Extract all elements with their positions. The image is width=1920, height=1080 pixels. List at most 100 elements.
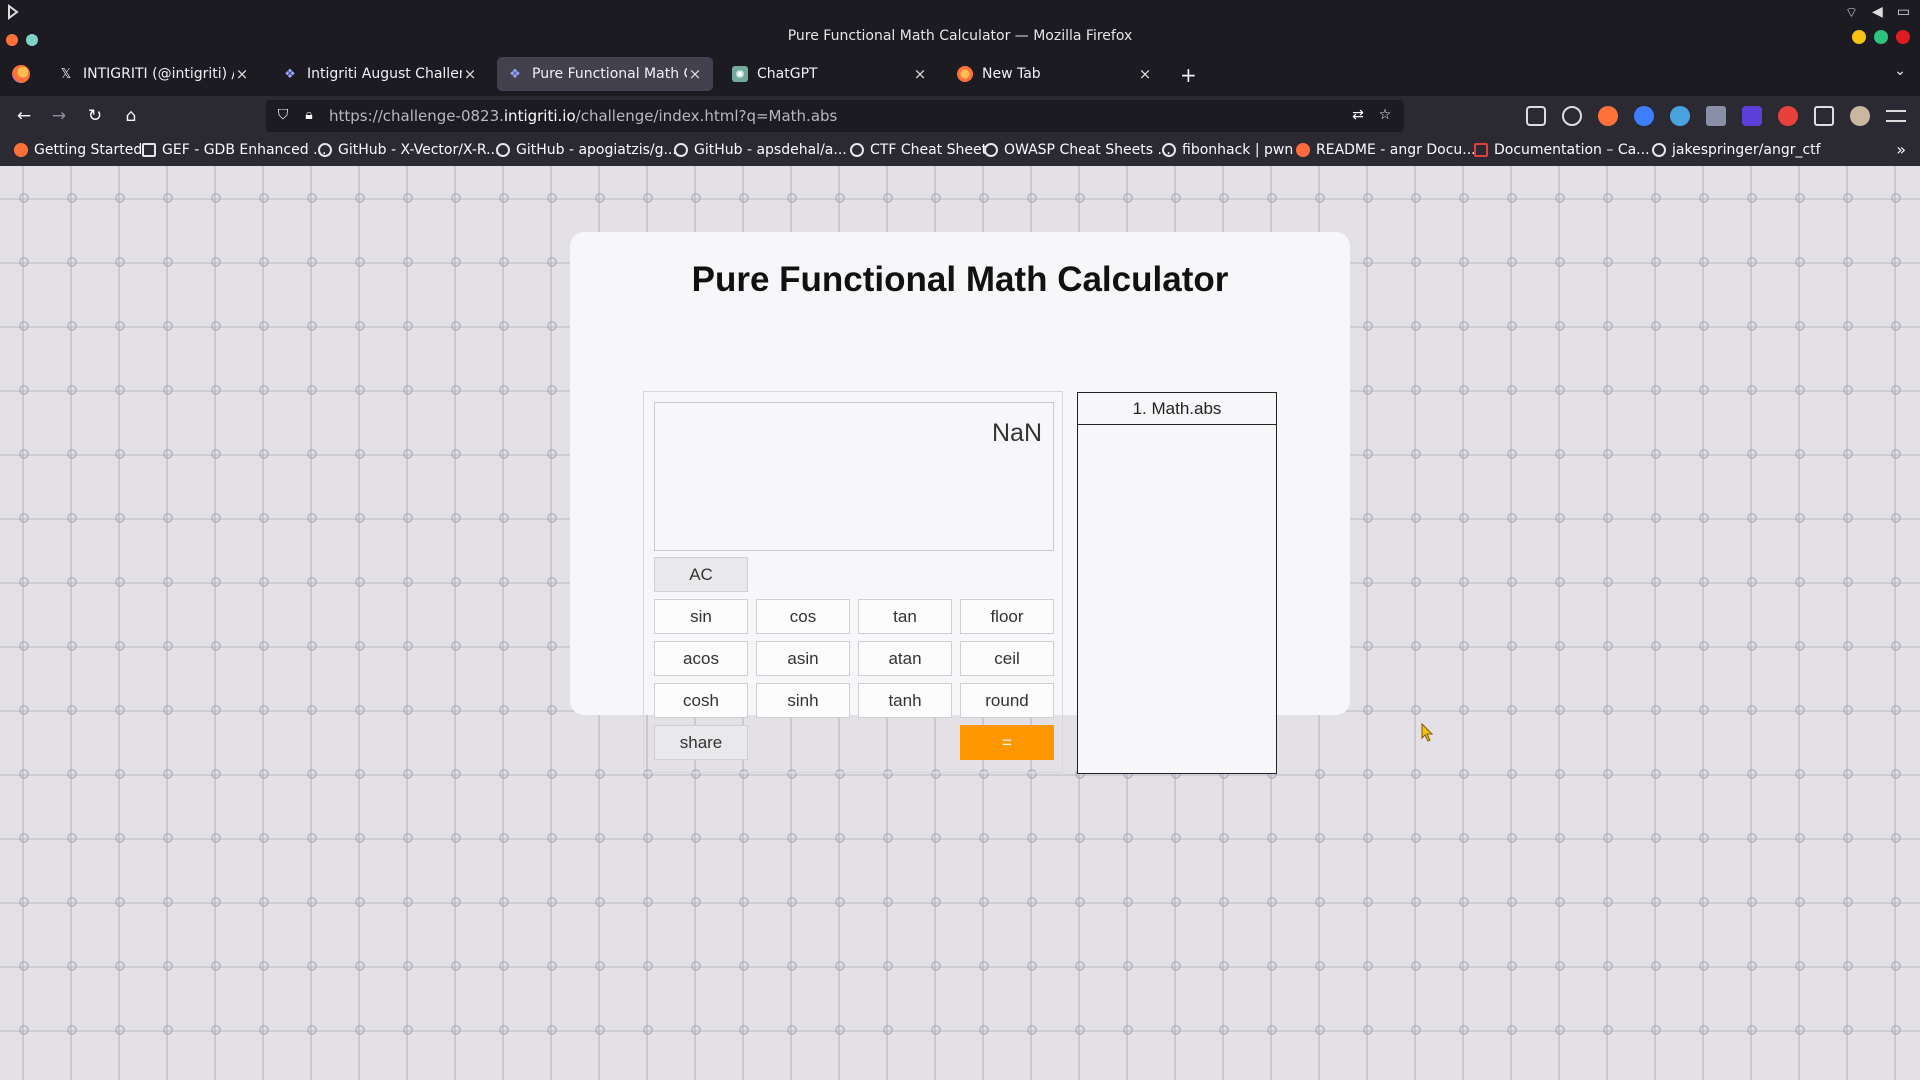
page-title: Pure Functional Math Calculator — [691, 260, 1229, 299]
close-icon[interactable]: × — [912, 65, 928, 83]
extension-icon[interactable] — [1778, 106, 1798, 126]
wifi-icon[interactable]: ⌔ — [1845, 4, 1858, 22]
tab-label: INTIGRITI (@intigriti) / X — [83, 66, 234, 82]
globe-icon — [850, 143, 864, 157]
round-button[interactable]: round — [960, 683, 1054, 718]
foxyproxy-icon[interactable] — [1598, 106, 1618, 126]
url-bar[interactable]: ⛉ 🔒︎ https://challenge-0823.intigriti.io… — [266, 100, 1404, 132]
list-all-tabs-chevron-icon[interactable]: ⌄ — [1894, 63, 1906, 79]
equals-button[interactable]: = — [960, 725, 1054, 760]
home-button[interactable]: ⌂ — [120, 105, 142, 127]
atan-button[interactable]: atan — [858, 641, 952, 676]
close-icon[interactable]: × — [462, 65, 478, 83]
tab-label: Intigriti August Challenge — [307, 66, 462, 82]
tab-label: ChatGPT — [757, 66, 818, 82]
bookmark-item[interactable]: Getting Started — [14, 142, 142, 158]
translate-icon[interactable]: ⇄ — [1349, 107, 1367, 125]
bookmark-item[interactable]: Documentation – Ca... — [1474, 142, 1650, 158]
menu-icon[interactable] — [1886, 110, 1906, 122]
forward-button[interactable]: → — [48, 105, 70, 127]
battery-icon[interactable]: ▭ — [1897, 4, 1910, 22]
history-item[interactable]: 1. Math.abs — [1078, 393, 1276, 425]
history-panel: 1. Math.abs — [1077, 392, 1277, 774]
firefox-view-icon[interactable] — [12, 65, 30, 83]
maximize-button[interactable] — [1874, 30, 1888, 44]
github-icon — [496, 143, 510, 157]
close-window-button[interactable] — [1896, 30, 1910, 44]
cosh-button[interactable]: cosh — [654, 683, 748, 718]
window-titlebar: Pure Functional Math Calculator — Mozill… — [0, 0, 1920, 51]
github-icon — [318, 143, 332, 157]
more-bookmarks-chevron-icon[interactable]: » — [1896, 140, 1906, 159]
asin-button[interactable]: asin — [756, 641, 850, 676]
account-avatar-icon[interactable] — [1850, 106, 1870, 126]
activities-icon[interactable] — [6, 4, 26, 20]
close-icon[interactable]: × — [1137, 65, 1153, 83]
extension-icon[interactable] — [1562, 106, 1582, 126]
x-logo-icon: 𝕏 — [60, 66, 72, 82]
close-icon[interactable]: × — [234, 65, 250, 83]
bookmark-item[interactable]: fibonhack | pwn — [1162, 142, 1293, 158]
ceil-button[interactable]: ceil — [960, 641, 1054, 676]
extension-icon[interactable] — [1634, 106, 1654, 126]
tab-intigriti-x[interactable]: 𝕏 INTIGRITI (@intigriti) / X × — [48, 57, 260, 91]
volume-icon[interactable]: ◀ — [1872, 4, 1883, 22]
tab-label: New Tab — [982, 66, 1041, 82]
tab-august-challenge[interactable]: ❖ Intigriti August Challenge × — [272, 57, 488, 91]
bookmark-item[interactable]: GitHub - X-Vector/X-R... — [318, 142, 499, 158]
extension-icon[interactable] — [1742, 106, 1762, 126]
cos-button[interactable]: cos — [756, 599, 850, 634]
github-icon — [1652, 143, 1666, 157]
share-button[interactable]: share — [654, 725, 748, 760]
bookmark-item[interactable]: README - angr Docu... — [1296, 142, 1476, 158]
close-icon[interactable]: × — [687, 65, 703, 83]
minimize-button[interactable] — [1852, 30, 1866, 44]
bookmark-item[interactable]: GitHub - apsdehal/a... — [674, 142, 847, 158]
tan-button[interactable]: tan — [858, 599, 952, 634]
floor-button[interactable]: floor — [960, 599, 1054, 634]
tab-math-calculator[interactable]: ❖ Pure Functional Math Calcu × — [497, 57, 713, 91]
extension-icon[interactable] — [1670, 106, 1690, 126]
bookmark-item[interactable]: OWASP Cheat Sheets ... — [984, 142, 1171, 158]
url-text[interactable]: https://challenge-0823.intigriti.io/chal… — [329, 107, 837, 125]
navigation-toolbar: ← → ↻ ⌂ ⛉ 🔒︎ https://challenge-0823.inti… — [0, 96, 1920, 136]
bookmark-item[interactable]: GEF - GDB Enhanced ... — [142, 142, 326, 158]
tab-strip: 𝕏 INTIGRITI (@intigriti) / X × ❖ Intigri… — [0, 51, 1920, 96]
tab-label: Pure Functional Math Calcu — [532, 66, 687, 82]
bookmark-item[interactable]: GitHub - apogiatzis/g... — [496, 142, 677, 158]
sinh-button[interactable]: sinh — [756, 683, 850, 718]
tracking-protection-shield-icon[interactable]: ⛉ — [274, 107, 292, 125]
clear-button[interactable]: AC — [654, 557, 748, 592]
acos-button[interactable]: acos — [654, 641, 748, 676]
globe-icon — [1162, 143, 1176, 157]
extension-icon[interactable] — [1706, 106, 1726, 126]
tanh-button[interactable]: tanh — [858, 683, 952, 718]
tab-new-tab[interactable]: New Tab × — [947, 57, 1163, 91]
angr-icon — [1296, 143, 1310, 157]
sin-button[interactable]: sin — [654, 599, 748, 634]
mouse-cursor-icon — [1421, 723, 1434, 742]
reload-button[interactable]: ↻ — [84, 105, 106, 127]
calculator: NaN AC sin cos tan floor acos asin atan … — [643, 391, 1063, 773]
bookmarks-toolbar: Getting Started GEF - GDB Enhanced ... G… — [0, 136, 1920, 166]
lock-icon[interactable]: 🔒︎ — [300, 107, 318, 125]
new-tab-button[interactable]: + — [1180, 63, 1197, 87]
calculator-display: NaN — [654, 402, 1054, 551]
extensions-puzzle-icon[interactable] — [1814, 106, 1834, 126]
firefox-icon — [957, 66, 973, 82]
bookmark-item[interactable]: CTF Cheat Sheet — [850, 142, 987, 158]
system-tray: ⌔ ◀ ▭ — [1845, 4, 1910, 22]
globe-icon — [984, 143, 998, 157]
page-content: Pure Functional Math Calculator NaN AC s… — [0, 166, 1920, 1080]
calculator-card: Pure Functional Math Calculator NaN AC s… — [570, 232, 1350, 774]
pocket-icon[interactable] — [1526, 106, 1546, 126]
back-button[interactable]: ← — [13, 105, 35, 127]
extension-icons — [1526, 106, 1906, 126]
bookmark-star-icon[interactable]: ☆ — [1376, 107, 1394, 125]
github-icon — [674, 143, 688, 157]
intigriti-icon: ❖ — [284, 66, 296, 82]
tab-chatgpt[interactable]: ✺ ChatGPT × — [722, 57, 938, 91]
chatgpt-icon: ✺ — [732, 66, 748, 82]
bookmark-item[interactable]: jakespringer/angr_ctf — [1652, 142, 1821, 158]
intigriti-icon: ❖ — [509, 66, 521, 82]
